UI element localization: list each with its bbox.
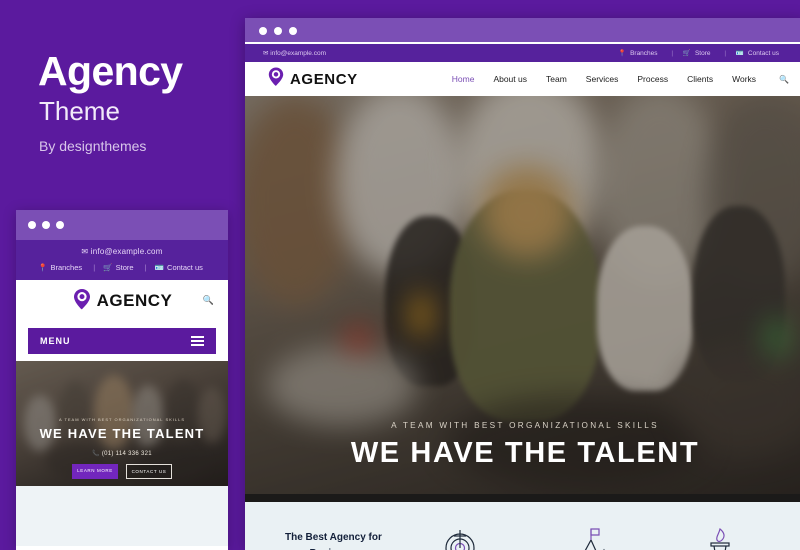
desktop-link-contact[interactable]: 🪪 Contact us <box>736 50 783 57</box>
map-marker-logo-icon <box>267 66 285 92</box>
desktop-hero-heading: WE HAVE THE TALENT <box>350 437 700 469</box>
mobile-logo-text: AGENCY <box>96 291 173 310</box>
promo-author: By designthemes <box>39 138 147 154</box>
envelope-icon: ✉ <box>81 247 89 256</box>
desktop-email[interactable]: ✉ info@example.com <box>263 49 326 57</box>
desktop-hero-eyebrow: A TEAM WITH BEST ORGANIZATIONAL SKILLS <box>391 421 659 430</box>
desktop-topbar: ✉ info@example.com 📍 Branches | 🛒 Store | … <box>245 44 800 62</box>
search-icon[interactable]: 🔍 <box>779 75 789 84</box>
desktop-navbar: AGENCY Home About us Team Services Proce… <box>245 62 800 96</box>
mobile-email-text: info@example.com <box>90 247 163 256</box>
envelope-icon: ✉ <box>263 50 269 57</box>
search-icon[interactable]: 🔍 <box>203 295 214 306</box>
desktop-hero: A TEAM WITH BEST ORGANIZATIONAL SKILLS W… <box>245 96 800 494</box>
nav-item-clients[interactable]: Clients <box>687 74 713 84</box>
mobile-learn-more-button[interactable]: LEARN MORE <box>72 464 118 479</box>
mobile-logo-row: AGENCY 🔍 <box>16 280 228 322</box>
desktop-logo-text: AGENCY <box>290 70 358 88</box>
features-heading-line2: your Business <box>285 546 382 550</box>
desktop-mockup: ✉ info@example.com 📍 Branches | 🛒 Store | … <box>245 18 800 550</box>
nav-item-home[interactable]: Home <box>452 74 475 84</box>
mobile-topbar: ✉ info@example.com 📍 Branches | 🛒 Store | … <box>16 240 228 280</box>
desktop-topbar-links: 📍 Branches | 🛒 Store | 🪪 Contact us <box>614 49 787 57</box>
mobile-window-dots <box>28 221 64 229</box>
mobile-footer-area <box>16 486 228 546</box>
promo-panel: Agency Theme By designthemes ✉ info@exam… <box>0 0 245 550</box>
features-section: The Best Agency for your Business <box>245 502 800 550</box>
mobile-hero-phone[interactable]: 📞 (01) 114 336 321 <box>16 450 228 457</box>
features-heading: The Best Agency for your Business <box>285 530 382 550</box>
desktop-browser-chrome <box>245 18 800 44</box>
nav-item-services[interactable]: Services <box>586 74 619 84</box>
desktop-window-dots[interactable] <box>259 27 297 35</box>
mobile-menu-label: MENU <box>40 336 71 346</box>
mobile-phone-text: (01) 114 336 321 <box>101 451 152 457</box>
desktop-hero-text: A TEAM WITH BEST ORGANIZATIONAL SKILLS W… <box>245 421 800 470</box>
desktop-sep-1: | <box>671 50 674 57</box>
promo-subtitle: Theme <box>39 96 120 126</box>
torch-lamp-icon <box>700 526 740 550</box>
mobile-contact-us-button[interactable]: CONTACT US <box>126 464 172 479</box>
mountain-flag-icon <box>575 526 615 550</box>
mobile-menu-bar[interactable]: MENU <box>28 328 216 354</box>
hero-divider-bar <box>245 494 800 502</box>
features-heading-line1: The Best Agency for <box>285 532 382 543</box>
desktop-sep-2: | <box>724 50 727 57</box>
promo-title: Agency <box>38 48 183 94</box>
desktop-email-text: info@example.com <box>270 50 326 57</box>
mobile-browser-chrome <box>16 210 228 240</box>
screenshot-stage: Agency Theme By designthemes ✉ info@exam… <box>0 0 800 550</box>
desktop-nav-menu: Home About us Team Services Process Clie… <box>452 74 789 84</box>
mobile-link-contact[interactable]: 🪪 Contact us <box>155 263 206 272</box>
mobile-sep-2: | <box>144 263 147 272</box>
nav-item-team[interactable]: Team <box>546 74 567 84</box>
hamburger-icon[interactable] <box>191 336 204 346</box>
mobile-hero-eyebrow: A TEAM WITH BEST ORGANIZATIONAL SKILLS <box>58 417 186 422</box>
mobile-topbar-links: 📍 Branches | 🛒 Store | 🪪 Contact us <box>22 263 222 272</box>
nav-item-about-us[interactable]: About us <box>493 74 527 84</box>
phone-icon: 📞 <box>92 451 100 457</box>
nav-item-process[interactable]: Process <box>637 74 668 84</box>
mobile-hero: A TEAM WITH BEST ORGANIZATIONAL SKILLS W… <box>16 361 228 486</box>
target-bullseye-icon <box>440 526 480 550</box>
mobile-hero-buttons: LEARN MORE CONTACT US <box>16 464 228 479</box>
desktop-link-store[interactable]: 🛒 Store <box>683 50 715 57</box>
mobile-link-branches[interactable]: 📍 Branches <box>38 263 85 272</box>
nav-item-works[interactable]: Works <box>732 74 756 84</box>
mobile-mockup: ✉ info@example.com 📍 Branches | 🛒 Store | … <box>16 210 228 550</box>
mobile-link-store[interactable]: 🛒 Store <box>103 263 136 272</box>
map-marker-logo-icon <box>72 288 92 315</box>
mobile-email[interactable]: ✉ info@example.com <box>22 247 222 256</box>
mobile-hero-heading: WE HAVE THE TALENT <box>39 426 205 441</box>
desktop-link-branches[interactable]: 📍 Branches <box>618 50 662 57</box>
mobile-sep-1: | <box>93 263 96 272</box>
